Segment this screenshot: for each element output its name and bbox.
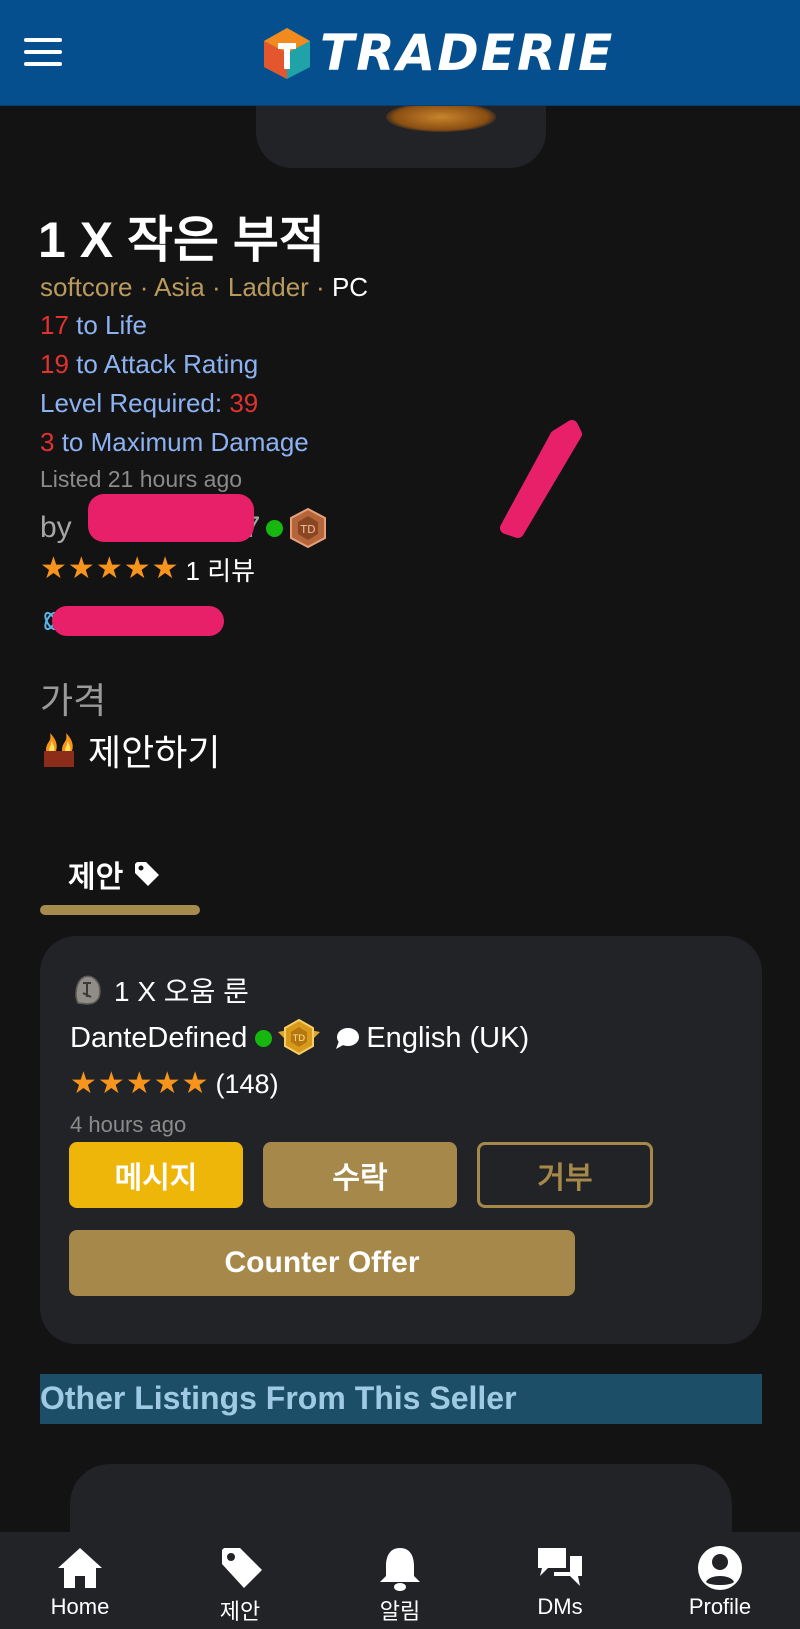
- rating-count[interactable]: (148): [216, 1069, 279, 1100]
- item-property: 17 to Life: [40, 310, 147, 340]
- star-icon: ★: [70, 1067, 97, 1100]
- by-label: by: [40, 511, 72, 544]
- bronze-badge-icon: TD: [290, 507, 327, 549]
- nav-notifications[interactable]: 알림: [320, 1532, 480, 1629]
- review-count[interactable]: 1 리뷰: [186, 551, 256, 588]
- svg-text:TD: TD: [292, 1034, 305, 1044]
- star-icon: ★: [123, 552, 151, 585]
- svg-text:TD: TD: [300, 523, 316, 536]
- nav-profile[interactable]: Profile: [640, 1532, 800, 1629]
- nav-home[interactable]: Home: [0, 1532, 160, 1629]
- tag-icon: [135, 862, 160, 886]
- item-property: Level Required: 39: [40, 388, 259, 418]
- star-icon: ★: [181, 1067, 209, 1100]
- bell-icon: [380, 1548, 420, 1591]
- offer-card: 1 X 오움 룬 DanteDefined TD English (UK) ★ …: [40, 936, 762, 1344]
- offer-user-row: DanteDefined TD English (UK): [70, 1018, 529, 1058]
- star-icon: ★: [40, 552, 67, 585]
- offer-language: English (UK): [366, 1021, 530, 1054]
- offer-user-rating: ★ ★ ★ ★ ★ (148): [70, 1066, 279, 1102]
- meta-mode: softcore: [40, 272, 133, 302]
- item-image: [386, 102, 496, 132]
- chat-bubbles-icon: [538, 1548, 582, 1586]
- redaction-mark: [52, 606, 224, 636]
- item-property: 3 to Maximum Damage: [40, 427, 309, 457]
- tag-icon: [222, 1548, 262, 1588]
- seller-rating: ★ ★ ★ ★ ★ 1 리뷰: [40, 552, 255, 586]
- star-icon: ★: [67, 552, 95, 585]
- other-listings-header: Other Listings From This Seller: [40, 1374, 762, 1424]
- offer-item: 1 X 오움 룬: [70, 970, 249, 1010]
- nav-offers[interactable]: 제안: [160, 1532, 320, 1629]
- item-property: 19 to Attack Rating: [40, 349, 259, 379]
- home-icon: [58, 1548, 102, 1588]
- listing-meta: softcore · Asia · Ladder · PC: [40, 272, 369, 302]
- top-header: TRADERIE: [0, 0, 800, 106]
- listed-time: Listed 21 hours ago: [40, 466, 243, 492]
- online-status-icon: [266, 519, 284, 537]
- redaction-mark: [88, 494, 254, 542]
- nav-dms[interactable]: DMs: [480, 1532, 640, 1629]
- price-label: 가격: [40, 680, 107, 721]
- reject-button[interactable]: 거부: [477, 1142, 653, 1208]
- star-icon: ★: [125, 1067, 153, 1100]
- star-icon: ★: [95, 552, 123, 585]
- gold-badge-icon: TD: [278, 1018, 321, 1056]
- counter-offer-button[interactable]: Counter Offer: [69, 1230, 575, 1296]
- offer-time: 4 hours ago: [70, 1112, 187, 1137]
- meta-platform: PC: [331, 272, 369, 302]
- fire-icon: [44, 733, 74, 767]
- logo-text: TRADERIE: [320, 24, 615, 82]
- star-icon: ★: [97, 1067, 125, 1100]
- online-status-icon: [255, 1029, 273, 1047]
- rune-icon: [75, 975, 101, 1005]
- tab-active-indicator: [40, 905, 200, 915]
- scribble-mark: [500, 420, 582, 538]
- tab-offers[interactable]: 제안: [68, 852, 161, 896]
- bottom-nav: Home 제안 알림 DMs Profile: [0, 1532, 800, 1629]
- star-icon: ★: [153, 1067, 181, 1100]
- listing-title: 1 X 작은 부적: [38, 212, 325, 268]
- traderie-logo-icon: [264, 28, 310, 79]
- star-icon: ★: [151, 552, 179, 585]
- traderie-logo[interactable]: TRADERIE: [262, 24, 614, 82]
- accept-button[interactable]: 수락: [263, 1142, 457, 1208]
- menu-icon[interactable]: [24, 38, 62, 66]
- meta-region: Asia: [154, 272, 205, 302]
- language-chat-icon: [336, 1028, 360, 1049]
- profile-icon: [698, 1546, 742, 1590]
- meta-ladder: Ladder: [227, 272, 309, 302]
- price-value: 제안하기: [40, 724, 220, 776]
- message-button[interactable]: 메시지: [69, 1142, 243, 1208]
- offer-username[interactable]: DanteDefined: [70, 1022, 247, 1055]
